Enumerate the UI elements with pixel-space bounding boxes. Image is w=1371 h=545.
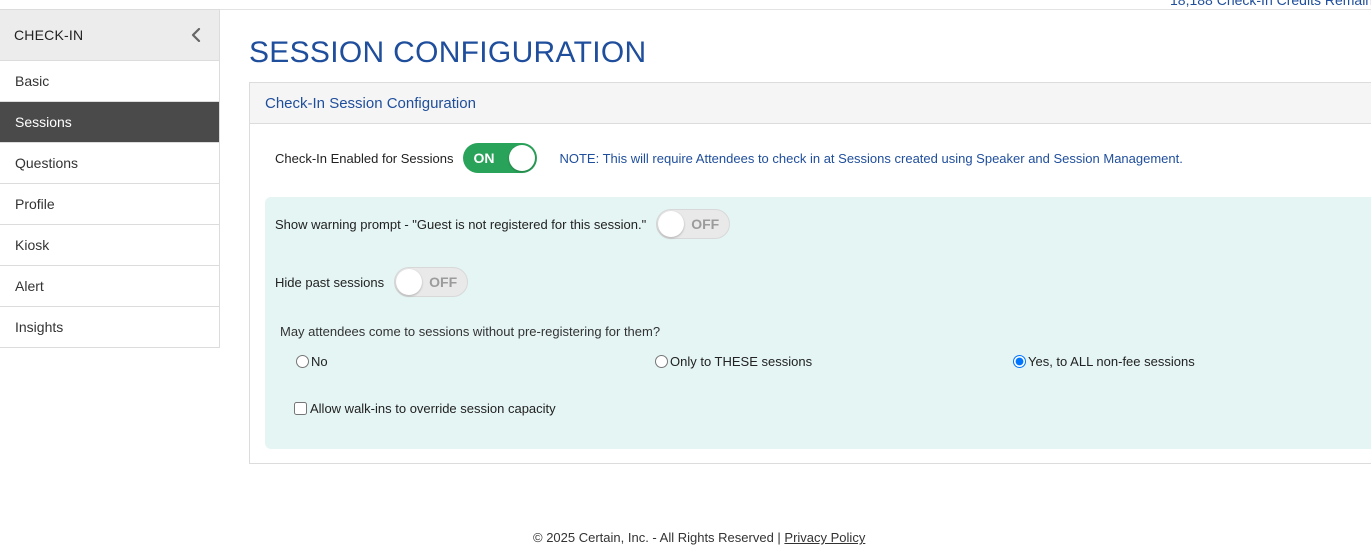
radio-these-sessions[interactable] [655, 355, 668, 368]
warning-prompt-toggle[interactable]: OFF [656, 209, 731, 239]
radio-no[interactable] [296, 355, 309, 368]
checkin-enabled-row: Check-In Enabled for Sessions ON NOTE: T… [275, 143, 1183, 173]
radio-option-no[interactable]: No [296, 354, 328, 369]
warning-prompt-label: Show warning prompt - "Guest is not regi… [275, 216, 647, 232]
radio-label: Only to THESE sessions [670, 354, 813, 369]
credits-remaining: 18,188 Check-In Credits Remaining [1170, 0, 1371, 8]
page-title: SESSION CONFIGURATION [249, 36, 647, 69]
sidebar-item-label: Insights [15, 319, 64, 335]
sidebar-item-basic[interactable]: Basic [0, 61, 219, 102]
toggle-state-text: ON [473, 150, 495, 166]
sidebar-item-label: Basic [15, 73, 50, 89]
sidebar-item-label: Profile [15, 196, 55, 212]
radio-label: Yes, to ALL non-fee sessions [1028, 354, 1195, 369]
checkin-enabled-label: Check-In Enabled for Sessions [275, 150, 454, 166]
checkin-note: NOTE: This will require Attendees to che… [559, 150, 1183, 166]
session-options-box: Show warning prompt - "Guest is not regi… [265, 197, 1371, 449]
privacy-policy-link[interactable]: Privacy Policy [784, 530, 865, 545]
sidebar-header: CHECK-IN [0, 10, 219, 61]
hide-past-toggle[interactable]: OFF [394, 267, 469, 297]
radio-all-non-fee[interactable] [1013, 355, 1026, 368]
toggle-knob [658, 211, 685, 237]
sidebar-item-profile[interactable]: Profile [0, 184, 219, 225]
copyright-text: © 2025 Certain, Inc. - All Rights Reserv… [533, 530, 785, 545]
sidebar-item-sessions[interactable]: Sessions [0, 102, 219, 143]
checkin-enabled-toggle[interactable]: ON [463, 143, 538, 173]
sidebar-item-questions[interactable]: Questions [0, 143, 219, 184]
sidebar: CHECK-IN Basic Sessions Questions Profil… [0, 9, 220, 348]
walkin-question: May attendees come to sessions without p… [280, 324, 661, 339]
sidebar-item-alert[interactable]: Alert [0, 266, 219, 307]
radio-label: No [311, 354, 328, 369]
sidebar-item-label: Alert [15, 278, 44, 294]
sidebar-item-kiosk[interactable]: Kiosk [0, 225, 219, 266]
footer: © 2025 Certain, Inc. - All Rights Reserv… [533, 530, 865, 545]
session-config-panel: Check-In Session Configuration Check-In … [249, 82, 1371, 464]
sidebar-item-insights[interactable]: Insights [0, 307, 219, 347]
toggle-state-text: OFF [429, 274, 458, 290]
sidebar-title: CHECK-IN [14, 27, 84, 43]
capacity-override-row[interactable]: Allow walk-ins to override session capac… [294, 401, 556, 416]
toggle-state-text: OFF [691, 216, 720, 232]
sidebar-item-label: Sessions [15, 114, 72, 130]
radio-option-these[interactable]: Only to THESE sessions [655, 354, 812, 369]
warning-prompt-row: Show warning prompt - "Guest is not regi… [275, 209, 731, 239]
radio-option-all[interactable]: Yes, to ALL non-fee sessions [1013, 354, 1195, 369]
capacity-override-label: Allow walk-ins to override session capac… [310, 401, 556, 416]
chevron-left-icon[interactable] [187, 26, 205, 44]
capacity-override-checkbox[interactable] [294, 402, 307, 415]
hide-past-row: Hide past sessions OFF [275, 267, 469, 297]
sidebar-item-label: Questions [15, 155, 79, 171]
sidebar-item-label: Kiosk [15, 237, 50, 253]
hide-past-label: Hide past sessions [275, 274, 385, 290]
panel-title: Check-In Session Configuration [250, 83, 1371, 124]
top-divider [219, 9, 1371, 10]
toggle-knob [396, 269, 423, 295]
toggle-knob [509, 145, 536, 171]
